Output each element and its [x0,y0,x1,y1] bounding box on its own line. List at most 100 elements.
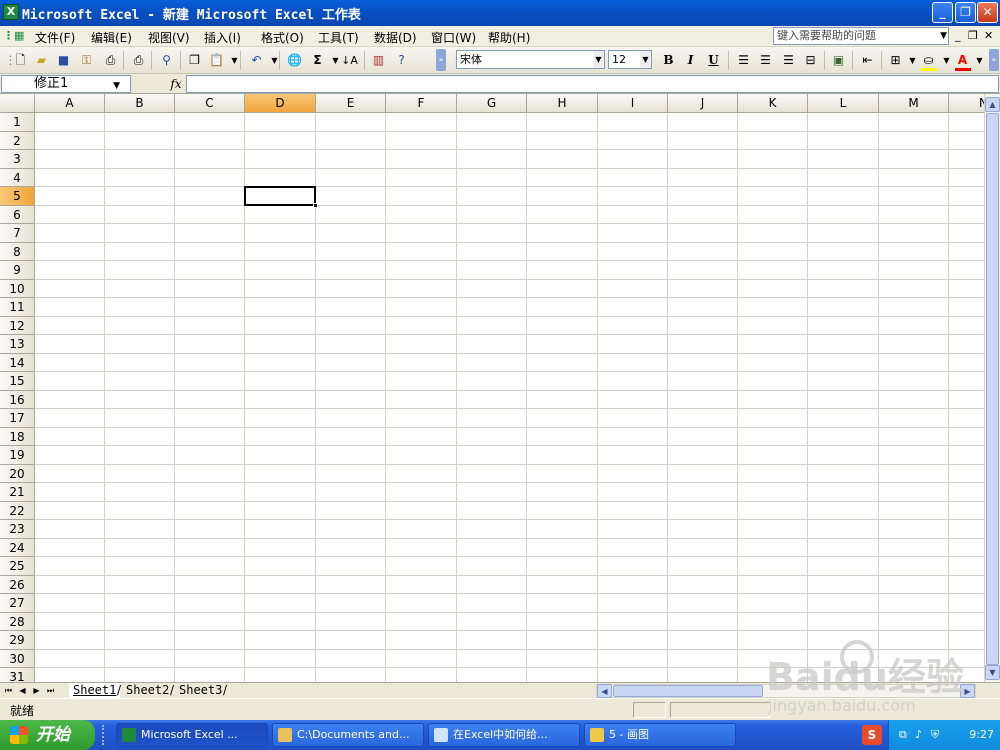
row-header-1[interactable]: 1 [0,113,35,132]
row-header-14[interactable]: 14 [0,353,35,372]
column-header-j[interactable]: J [668,94,738,113]
row-header-28[interactable]: 28 [0,612,35,631]
bold-button[interactable]: B [660,52,677,69]
column-header-g[interactable]: G [457,94,527,113]
row-header-9[interactable]: 9 [0,261,35,280]
chevron-down-icon[interactable]: ▼ [938,52,955,69]
paste-icon[interactable]: 📋 [208,52,225,69]
formula-input[interactable] [186,75,999,93]
column-header-i[interactable]: I [598,94,668,113]
row-header-24[interactable]: 24 [0,538,35,557]
font-size-select[interactable]: 12 ▼ [608,50,652,69]
tab-sheet1[interactable]: Sheet1 [69,683,121,698]
help-search-input[interactable]: 键入需要帮助的问题 ▼ [773,27,949,45]
hyperlink-icon[interactable]: 🌐 [286,52,303,69]
scroll-up-button[interactable]: ▲ [985,97,1000,112]
chevron-down-icon[interactable]: ▼ [593,51,604,68]
row-header-30[interactable]: 30 [0,649,35,668]
italic-button[interactable]: I [682,52,699,69]
row-header-3[interactable]: 3 [0,150,35,169]
doc-close-button[interactable]: ✕ [984,29,993,42]
permission-icon[interactable]: ⚿ [78,52,95,69]
row-header-20[interactable]: 20 [0,464,35,483]
copy-icon[interactable]: ❐ [186,52,203,69]
scroll-thumb[interactable] [613,685,763,697]
row-header-4[interactable]: 4 [0,168,35,187]
chevron-down-icon[interactable]: ▼ [971,52,988,69]
column-header-c[interactable]: C [175,94,245,113]
scroll-thumb[interactable] [986,113,999,665]
currency-icon[interactable]: ▣ [830,52,847,69]
row-header-25[interactable]: 25 [0,557,35,576]
menu-help[interactable]: 帮助(H) [488,29,530,46]
column-header-e[interactable]: E [316,94,386,113]
print-icon[interactable]: ⎙ [102,52,119,69]
active-cell[interactable] [244,186,318,208]
chevron-down-icon[interactable]: ▼ [113,78,120,94]
row-header-11[interactable]: 11 [0,298,35,317]
doc-restore-button[interactable]: ❐ [968,29,978,42]
row-header-2[interactable]: 2 [0,131,35,150]
menu-file[interactable]: 文件(F) [35,29,75,46]
menu-data[interactable]: 数据(D) [374,29,417,46]
security-icon[interactable]: ⛨ [931,728,939,742]
toolbar-options-icon[interactable]: » [989,49,999,71]
excel-icon[interactable]: X [3,4,19,20]
row-header-7[interactable]: 7 [0,224,35,243]
sogou-input-icon[interactable]: S [862,725,882,745]
row-header-17[interactable]: 17 [0,409,35,428]
column-header-b[interactable]: B [105,94,175,113]
undo-icon[interactable]: ↶ [248,52,265,69]
worksheet-grid[interactable]: ABCDEFGHIJKLMN 1 2 3 4 5 6 7 8 9 10 11 12 13 14 15 16 17… [0,94,984,682]
fill-handle[interactable] [313,202,318,208]
help-icon[interactable]: ? [393,52,410,69]
row-header-27[interactable]: 27 [0,594,35,613]
prev-sheet-button[interactable]: ◀ [17,684,28,697]
chevron-down-icon[interactable]: ▼ [266,52,283,69]
doc-minimize-button[interactable]: _ [955,29,961,42]
chevron-down-icon[interactable]: ▼ [904,52,921,69]
merge-center-icon[interactable]: ⊟ [802,52,819,69]
row-header-21[interactable]: 21 [0,483,35,502]
tab-sheet2[interactable]: Sheet2 [122,683,173,698]
autosum-icon[interactable]: Σ [309,52,326,69]
insert-function-button[interactable]: fx [167,76,185,92]
column-header-l[interactable]: L [808,94,879,113]
chevron-down-icon[interactable]: ▼ [940,28,947,44]
column-header-h[interactable]: H [527,94,598,113]
taskbar-button-browser[interactable]: 在Excel中如何给... [428,723,580,747]
taskbar-button-excel[interactable]: Microsoft Excel ... [116,723,268,747]
font-color-icon[interactable]: A [954,52,971,69]
column-header-m[interactable]: M [879,94,949,113]
row-header-6[interactable]: 6 [0,205,35,224]
clock[interactable]: 9:27 [969,728,994,741]
sort-ascending-icon[interactable]: ↓A [341,52,358,69]
restore-button[interactable]: ❐ [955,2,976,23]
column-header-f[interactable]: F [386,94,457,113]
open-icon[interactable]: ▰ [33,52,50,69]
column-header-n[interactable]: N [949,94,984,113]
underline-button[interactable]: U [705,52,722,69]
row-header-5[interactable]: 5 [0,187,35,206]
menu-tools[interactable]: 工具(T) [318,29,359,46]
row-header-29[interactable]: 29 [0,631,35,650]
new-icon[interactable]: 🗋 [12,52,29,69]
decrease-indent-icon[interactable]: ⇤ [859,52,876,69]
first-sheet-button[interactable]: ⏮ [3,684,14,697]
row-header-8[interactable]: 8 [0,242,35,261]
row-header-12[interactable]: 12 [0,316,35,335]
menu-view[interactable]: 视图(V) [148,29,190,46]
scroll-down-button[interactable]: ▼ [985,665,1000,680]
menu-insert[interactable]: 插入(I) [204,29,241,46]
last-sheet-button[interactable]: ⏭ [45,684,56,697]
fill-color-icon[interactable]: ⛀ [920,52,937,69]
start-button[interactable]: 开始 [0,720,95,750]
align-right-icon[interactable]: ☰ [780,52,797,69]
row-header-19[interactable]: 19 [0,446,35,465]
research-icon[interactable]: ⚲ [158,52,175,69]
taskbar-button-folder[interactable]: C:\Documents and... [272,723,424,747]
row-header-10[interactable]: 10 [0,279,35,298]
toolbar-options-icon[interactable]: » [436,49,446,71]
network-icon[interactable]: ⧉ [899,728,907,742]
row-header-15[interactable]: 15 [0,372,35,391]
